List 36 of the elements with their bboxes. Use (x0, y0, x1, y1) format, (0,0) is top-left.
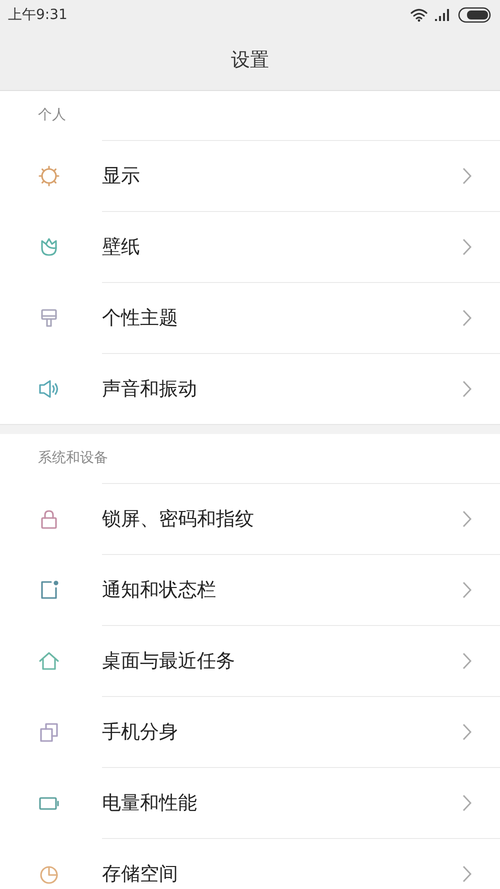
item-label: 电量和性能 (102, 790, 198, 816)
item-label: 声音和振动 (102, 376, 198, 402)
settings-item[interactable]: 电量和性能 (0, 767, 500, 838)
signal-icon (434, 8, 452, 22)
item-label: 桌面与最近任务 (102, 648, 236, 674)
settings-item[interactable]: 存储空间 (0, 838, 500, 889)
page-title: 设置 (231, 48, 269, 73)
settings-item[interactable]: 手机分身 (0, 696, 500, 767)
chevron-right-icon (462, 794, 472, 812)
chevron-right-icon (462, 167, 472, 185)
chevron-right-icon (462, 723, 472, 741)
chevron-right-icon (462, 865, 472, 883)
settings-item[interactable]: 显示 (0, 140, 500, 211)
chevron-right-icon (462, 581, 472, 599)
settings-item[interactable]: 桌面与最近任务 (0, 625, 500, 696)
item-label: 个性主题 (102, 306, 179, 331)
battery-status-icon (458, 7, 492, 23)
item-label: 显示 (102, 164, 141, 189)
section-header: 系统和设备 (38, 449, 108, 468)
item-label: 壁纸 (102, 234, 141, 260)
settings-item[interactable]: 壁纸 (0, 211, 500, 282)
settings-item[interactable]: 锁屏、密码和指纹 (0, 483, 500, 554)
chevron-right-icon (462, 238, 472, 256)
chevron-right-icon (462, 510, 472, 528)
settings-item[interactable]: 个性主题 (0, 282, 500, 353)
wifi-icon (410, 8, 428, 22)
item-label: 手机分身 (102, 720, 179, 745)
chevron-right-icon (462, 309, 472, 327)
item-label: 通知和状态栏 (102, 578, 217, 603)
status-time: 上午9:31 (8, 6, 68, 24)
item-label: 存储空间 (102, 862, 179, 887)
settings-item[interactable]: 通知和状态栏 (0, 554, 500, 625)
chevron-right-icon (462, 652, 472, 670)
chevron-right-icon (462, 380, 472, 398)
item-label: 锁屏、密码和指纹 (102, 506, 255, 532)
section-header: 个人 (38, 106, 66, 125)
